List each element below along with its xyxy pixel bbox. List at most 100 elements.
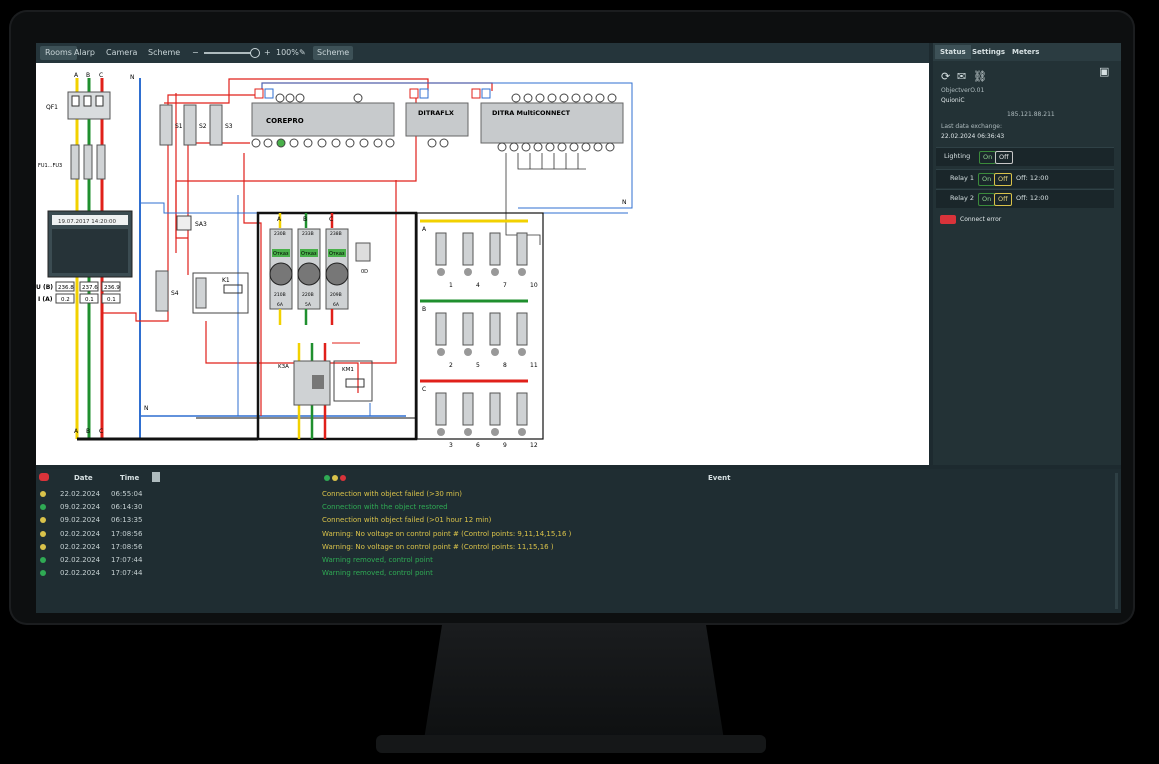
voltage-b: 237.6 [82, 285, 98, 291]
scheme-canvas[interactable]: A B C N A B C N QF1 FU1...FU3 19.07.2017… [36, 63, 929, 465]
lighting-on-button[interactable]: On [979, 151, 997, 164]
k3a-label: K3A [278, 364, 289, 370]
module-status-3: Отказ [329, 251, 345, 257]
breaker-10: 10 [530, 282, 538, 289]
breaker-5: 5 [476, 362, 480, 369]
k1-label: K1 [222, 277, 230, 284]
tab-settings[interactable]: Settings [967, 45, 1010, 59]
log-row-date: 22.02.2024 [60, 490, 101, 498]
zoom-out-button[interactable]: − [192, 46, 199, 60]
panel-tabs: Status Settings Meters [933, 43, 1121, 61]
breaker-group-c-label: C [422, 386, 426, 393]
relay1-time: Off: 12:00 [1016, 174, 1049, 182]
zoom-slider[interactable] [204, 52, 256, 54]
message-icon[interactable]: ✉ [957, 70, 966, 83]
breaker-11: 11 [530, 362, 538, 369]
filter-yellow-icon[interactable] [332, 475, 338, 481]
log-row-date: 09.02.2024 [60, 516, 101, 525]
object-line: ObjectverO.01 [941, 87, 985, 94]
log-row-event[interactable]: Warning: No voltage on control point # (… [322, 530, 571, 538]
log-row-date: 02.02.2024 [60, 529, 101, 538]
module-volt-top-1: 230B [274, 231, 286, 237]
zoom-in-button[interactable]: + [264, 46, 271, 60]
module-current-2: 5A [305, 302, 312, 308]
module-corepro-label: COREPRO [266, 117, 304, 125]
breaker-9: 9 [503, 442, 507, 449]
tab-status[interactable]: Status [935, 45, 971, 59]
log-row-status-icon [40, 504, 46, 511]
breaker-8: 8 [503, 362, 507, 369]
current-c: 0.1 [107, 297, 116, 303]
log-row-status-icon [40, 570, 46, 577]
module-multiconnect-label: DITRA MultiCONNECT [492, 109, 571, 117]
last-exchange-label: Last data exchange: [941, 123, 1002, 130]
log-row-event[interactable]: Connection with the object restored [322, 503, 448, 511]
log-row-date: 09.02.2024 [60, 503, 101, 512]
monitor-stand-base [376, 735, 766, 753]
app-screen: Rooms Alarp Camera Scheme − + 100% ✎ Sch… [36, 43, 1121, 613]
log-scrollbar[interactable] [1115, 473, 1118, 609]
relay2-row: Relay 2 On Off Off: 12:00 [936, 189, 1114, 208]
log-row-event[interactable]: Connection with object failed (>01 hour … [322, 516, 491, 524]
log-header-time: Time [120, 474, 140, 482]
monitor-bezel: Rooms Alarp Camera Scheme − + 100% ✎ Sch… [9, 10, 1135, 625]
phase-b-label-top: B [86, 72, 90, 79]
log-filter-icon[interactable] [152, 472, 160, 482]
log-row-time: 17:07:44 [111, 569, 143, 578]
object-ip: 185.121.88.211 [1007, 111, 1055, 118]
ctrl-phase-b: B [303, 216, 307, 223]
log-row-event[interactable]: Warning removed, control point [322, 556, 433, 564]
lighting-label: Lighting [944, 152, 971, 160]
tab-camera[interactable]: Camera [101, 46, 142, 60]
status-panel: Status Settings Meters ⟳ ✉ ⛓ ▣ Objectver… [933, 43, 1121, 465]
tab-alarp[interactable]: Alarp [69, 46, 100, 60]
relay1-off-button[interactable]: Off [994, 173, 1012, 186]
tab-meters[interactable]: Meters [1007, 45, 1044, 59]
voltage-c: 236.9 [104, 285, 120, 291]
ub-label: U (B) [36, 284, 53, 291]
refresh-icon[interactable]: ⟳ [941, 70, 950, 83]
top-toolbar: Rooms Alarp Camera Scheme − + 100% ✎ Sch… [36, 43, 929, 63]
filter-red-icon[interactable] [340, 475, 346, 481]
log-row-event[interactable]: Warning removed, control point [322, 569, 433, 577]
log-row-status-icon [40, 517, 46, 524]
breaker-group-a-label: A [422, 226, 427, 233]
log-row-event[interactable]: Warning: No voltage on control point # (… [322, 543, 554, 551]
error-badge-icon [940, 215, 956, 224]
scheme-button[interactable]: Scheme [313, 46, 354, 60]
phase-a-label-top: A [74, 72, 79, 79]
log-row-status-icon [40, 530, 46, 537]
log-header-event: Event [708, 474, 731, 482]
log-row-event[interactable]: Connection with object failed (>30 min) [322, 490, 462, 498]
relay1-on-button[interactable]: On [978, 173, 996, 186]
relay2-time: Off: 12:00 [1016, 194, 1049, 202]
relay2-off-button[interactable]: Off [994, 193, 1012, 206]
zoom-slider-handle[interactable] [250, 48, 260, 58]
wiring-diagram: A B C N A B C N QF1 FU1...FU3 19.07.2017… [36, 72, 633, 449]
current-b: 0.1 [85, 297, 94, 303]
lighting-off-button[interactable]: Off [995, 151, 1013, 164]
zoom-level: 100% [276, 48, 299, 57]
log-row-time: 06:14:30 [111, 503, 143, 512]
switch-s3-label: S3 [225, 123, 233, 130]
phase-b-label-bottom: B [86, 428, 90, 435]
log-row-date: 02.02.2024 [60, 569, 101, 578]
relay2-on-button[interactable]: On [978, 193, 996, 206]
connect-error: Connect error [960, 216, 1002, 223]
edit-icon[interactable]: ✎ [299, 46, 306, 60]
km1-label: KM1 [342, 367, 354, 373]
tab-scheme[interactable]: Scheme [143, 46, 185, 60]
qf1-label: QF1 [46, 104, 58, 111]
log-status-icon [39, 473, 49, 481]
last-exchange-value: 22.02.2024 06:36:43 [941, 133, 1005, 140]
relay1-label: Relay 1 [950, 174, 975, 182]
monitor-icon[interactable]: ▣ [1099, 65, 1109, 78]
module-volt-bot-2: 220B [302, 292, 314, 298]
log-row-time: 17:07:44 [111, 556, 143, 564]
log-row-time: 06:13:35 [111, 516, 143, 525]
object-name: QuioniC [941, 97, 965, 104]
od-label: 0D [361, 269, 368, 275]
switch-s2-label: S2 [199, 123, 207, 130]
network-icon[interactable]: ⛓ [973, 70, 987, 83]
filter-green-icon[interactable] [324, 475, 330, 481]
